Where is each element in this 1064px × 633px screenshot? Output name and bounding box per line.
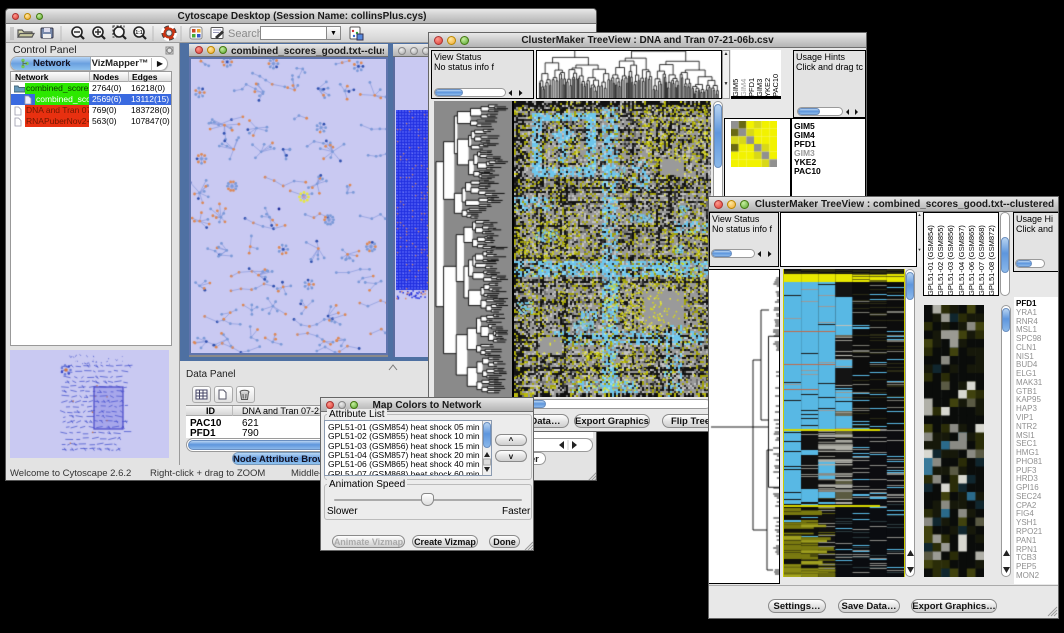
svg-text:1:1: 1:1: [135, 30, 142, 36]
